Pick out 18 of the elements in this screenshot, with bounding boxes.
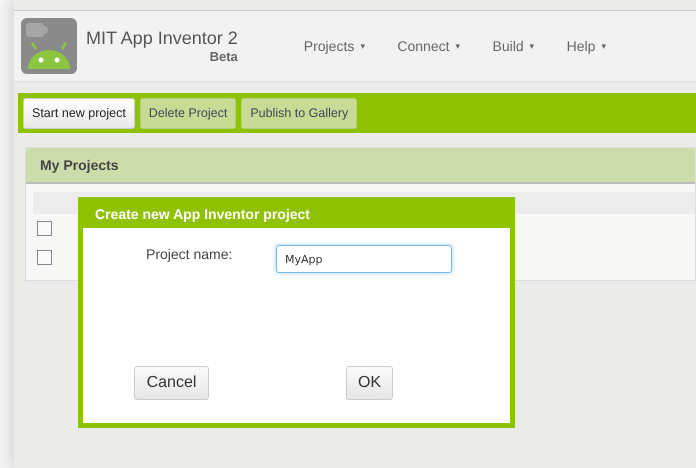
app-title: MIT App Inventor 2 (86, 28, 238, 49)
field-label: Project name: (146, 246, 234, 262)
menu-item[interactable]: Help ▾ (550, 38, 622, 54)
toolbar-button[interactable]: Delete Project (140, 98, 236, 128)
input-field[interactable]: MyApp (276, 245, 452, 273)
toolbar-button[interactable]: Start new project (23, 98, 135, 128)
logo-icon (20, 17, 78, 75)
toolbar-button[interactable]: Publish to Gallery (241, 98, 358, 128)
menu-item[interactable]: Connect ▾ (381, 38, 476, 54)
dialog-button[interactable]: OK (346, 366, 393, 400)
menu-item[interactable]: Build ▾ (476, 38, 551, 54)
checkbox[interactable] (37, 250, 52, 265)
menu-item[interactable]: Projects ▾ (288, 38, 382, 54)
dialog-button[interactable]: Cancel (134, 366, 209, 400)
panel-title: My Projects (26, 148, 695, 184)
app-subtitle: Beta (210, 49, 238, 64)
checkbox[interactable] (37, 221, 52, 236)
dialog-title: Create new App Inventor project (94, 205, 311, 224)
